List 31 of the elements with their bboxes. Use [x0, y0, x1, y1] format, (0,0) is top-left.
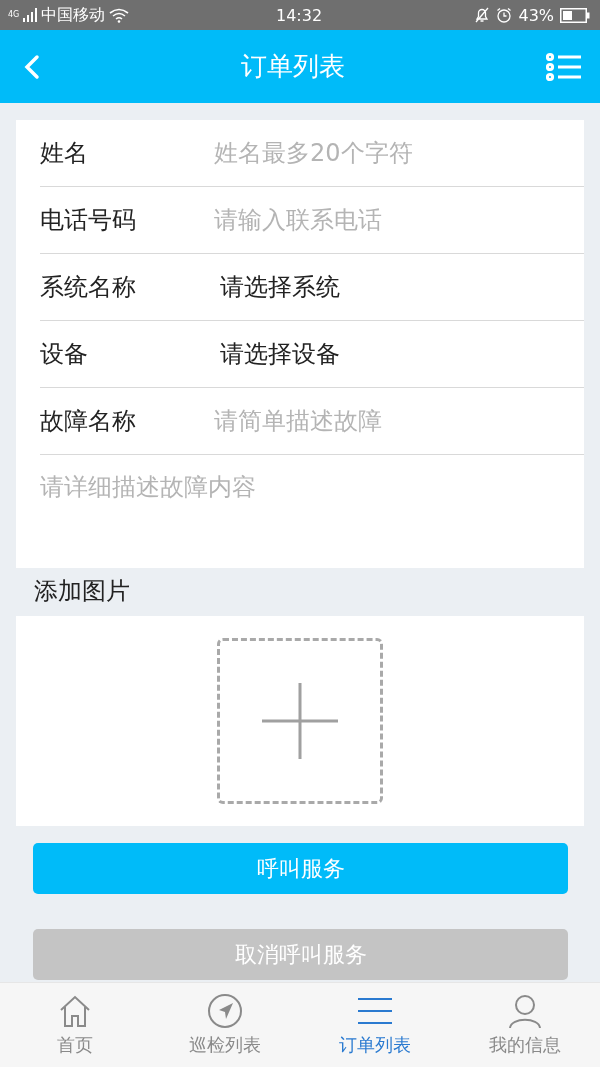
network-type: 4G: [8, 10, 20, 19]
clock-time: 14:32: [275, 5, 323, 25]
tab-item[interactable]: 订单列表: [300, 983, 450, 1067]
alarm-clock-icon: [496, 7, 513, 23]
section-title: 添加图片: [34, 576, 131, 606]
tab-item[interactable]: 首页: [0, 983, 150, 1067]
battery-percent: 43%: [518, 5, 554, 25]
input-field[interactable]: 请输入联系电话: [214, 187, 584, 253]
field-label: 故障名称: [16, 388, 214, 454]
menu-button[interactable]: [546, 51, 582, 82]
select-field[interactable]: 请选择设备: [214, 321, 584, 387]
field-label: 设备: [16, 321, 214, 387]
description-field[interactable]: 请详细描述故障内容: [16, 455, 584, 568]
field-label: 系统名称: [16, 254, 214, 320]
signal-icon: [23, 8, 38, 22]
call-button[interactable]: 呼叫服务: [33, 843, 568, 894]
input-field[interactable]: 请简单描述故障: [214, 388, 584, 454]
plus-icon: [260, 681, 340, 761]
input-field[interactable]: 姓名最多20个字符: [214, 120, 584, 186]
carrier-name: 中国移动: [41, 4, 106, 26]
page-title: 订单列表: [241, 50, 345, 83]
battery-icon: [560, 7, 590, 23]
add-image-button[interactable]: [217, 638, 383, 804]
wifi-icon: [109, 7, 130, 23]
bell-off-icon: [474, 7, 491, 23]
field-label: 姓名: [16, 120, 214, 186]
select-field[interactable]: 请选择系统: [214, 254, 584, 320]
tab-item[interactable]: 巡检列表: [150, 983, 300, 1067]
back-button[interactable]: [24, 53, 40, 80]
tab-item[interactable]: 我的信息: [450, 983, 600, 1067]
field-label: 电话号码: [16, 187, 214, 253]
